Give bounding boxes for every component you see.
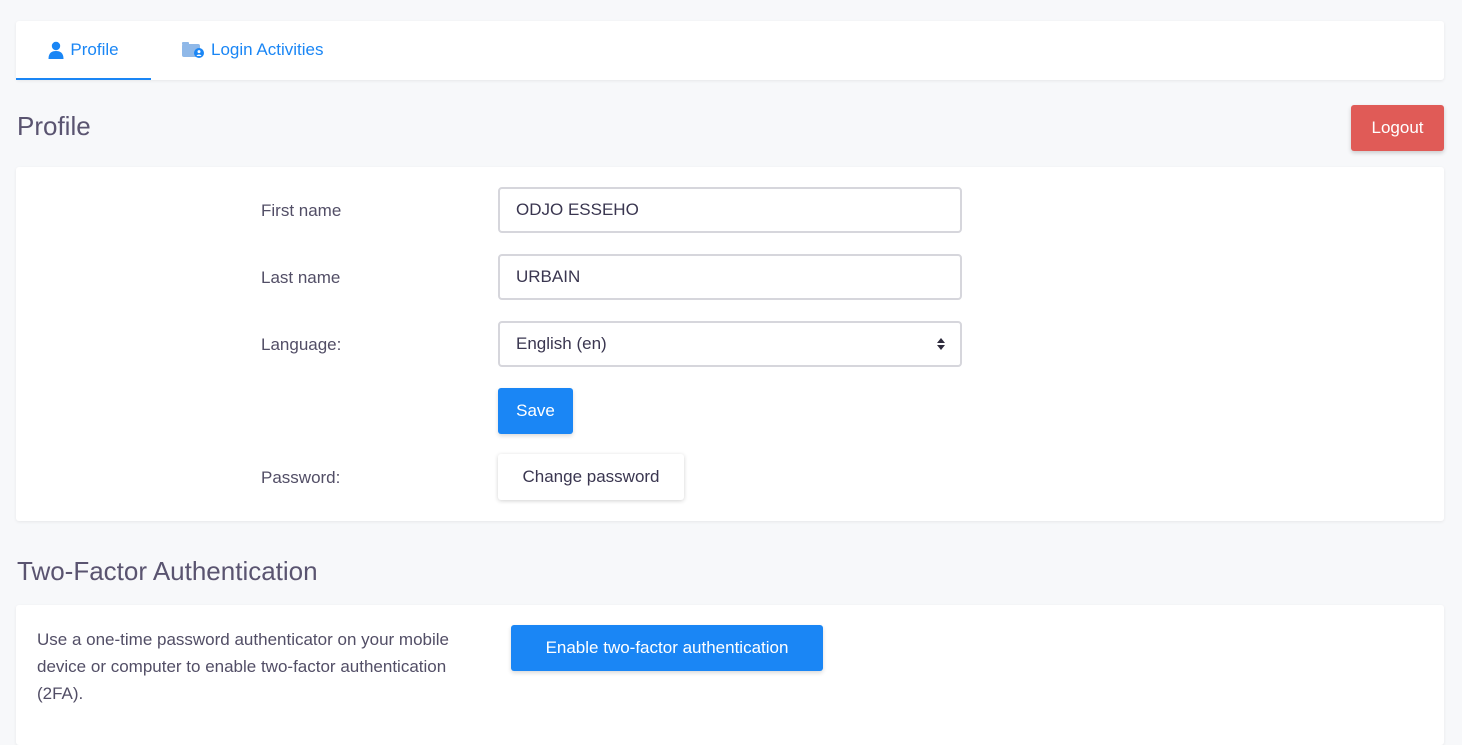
profile-title: Profile xyxy=(17,111,91,141)
login-activities-icon xyxy=(181,41,205,59)
tab-login-activities[interactable]: Login Activities xyxy=(151,21,339,80)
language-label: Language: xyxy=(261,335,342,354)
two-factor-title: Two-Factor Authentication xyxy=(17,556,318,586)
first-name-label: First name xyxy=(261,201,342,220)
select-arrows-icon xyxy=(937,338,945,350)
tab-bar: Profile Login Activities xyxy=(16,21,1444,80)
change-password-button[interactable]: Change password xyxy=(498,454,684,500)
tab-login-activities-label: Login Activities xyxy=(211,39,324,59)
language-select[interactable]: English (en) xyxy=(498,321,962,367)
last-name-value: URBAIN xyxy=(516,267,581,286)
logout-button[interactable]: Logout xyxy=(1351,105,1444,151)
tab-profile-label: Profile xyxy=(70,39,119,59)
save-button[interactable]: Save xyxy=(498,388,573,434)
tab-profile[interactable]: Profile xyxy=(16,21,151,80)
first-name-input[interactable]: ODJO ESSEHO xyxy=(498,187,962,233)
last-name-label: Last name xyxy=(261,268,341,287)
user-icon xyxy=(48,41,64,59)
password-label: Password: xyxy=(261,468,341,487)
two-factor-description: Use a one-time password authenticator on… xyxy=(37,630,449,703)
enable-two-factor-button[interactable]: Enable two-factor authentication xyxy=(511,625,823,671)
first-name-value: ODJO ESSEHO xyxy=(516,200,639,219)
last-name-input[interactable]: URBAIN xyxy=(498,254,962,300)
language-value: English (en) xyxy=(516,334,607,353)
